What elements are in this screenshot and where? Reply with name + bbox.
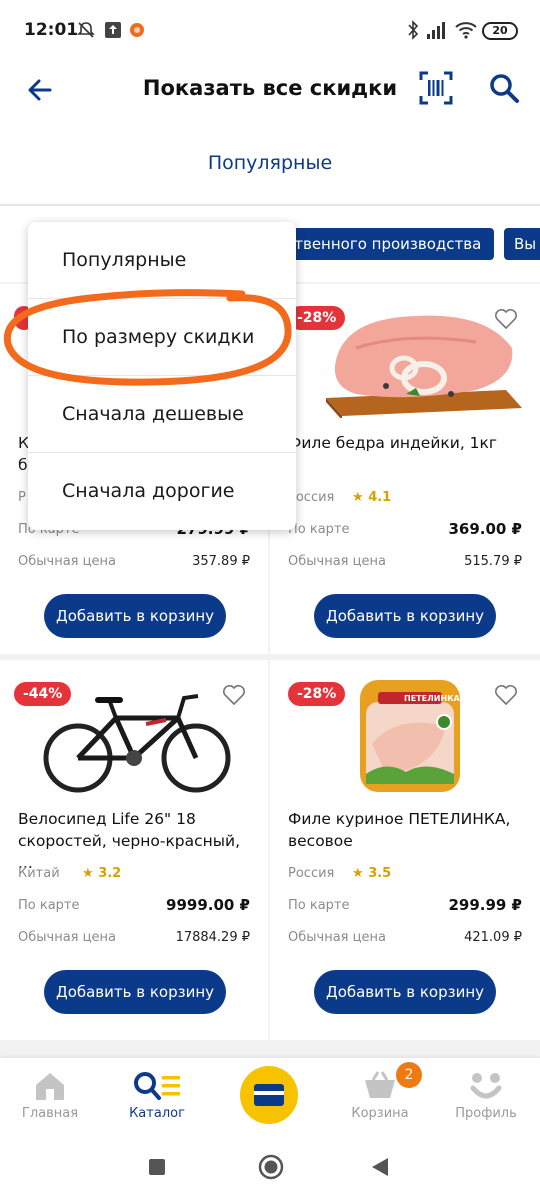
discount-badge: -44% [14,682,72,706]
add-to-cart-button[interactable]: Добавить в корзину [314,594,496,638]
sort-option-discount-size[interactable]: По размеру скидки [28,299,296,376]
add-to-cart-button[interactable]: Добавить в корзину [44,970,226,1014]
regular-price-label: Обычная цена [288,930,386,945]
product-name-fragment: б [18,456,28,474]
recent-apps-icon[interactable] [148,1158,166,1176]
product-rating: ★ 4.1 [352,490,391,505]
system-navigation-bar [0,1138,540,1200]
page-title: Показать все скидки [142,76,398,100]
cart-count-badge: 2 [396,1062,422,1088]
divider [0,204,540,206]
card-price: 9999.00 ₽ [166,896,250,914]
card-price: 369.00 ₽ [448,520,522,538]
signal-icon [427,22,445,39]
brand-label: ПЕТЕЛИНКА [404,694,460,703]
nav-catalog[interactable]: Каталог [107,1070,207,1121]
sort-option-popular[interactable]: Популярные [28,222,296,299]
app-notification-icon [130,23,144,37]
bottom-navigation: Главная Каталог Корзина 2 Профиль [0,1058,540,1138]
upload-icon [105,22,121,38]
star-icon: ★ [82,866,94,881]
product-origin: Китай [18,866,60,881]
product-card[interactable]: -28% Филе бедра индейки, 1кг Россия ★ 4.… [270,284,540,654]
loyalty-card-button[interactable] [240,1066,298,1124]
cart-icon [365,1071,395,1098]
product-origin: Р [18,490,26,505]
search-icon[interactable] [486,70,522,106]
product-rating: ★ 3.5 [352,866,391,881]
card-price: 299.99 ₽ [448,896,522,914]
sort-dropdown-menu: Популярные По размеру скидки Сначала деш… [28,222,296,530]
regular-price: 515.79 ₽ [464,554,522,569]
regular-price: 421.09 ₽ [464,930,522,945]
dnd-icon [77,22,95,38]
nav-profile[interactable]: Профиль [436,1070,536,1121]
star-icon: ★ [352,866,364,881]
add-to-cart-button[interactable]: Добавить в корзину [314,970,496,1014]
product-origin: Россия [288,866,335,881]
nav-home[interactable]: Главная [0,1070,100,1121]
product-card[interactable]: -44% Велосипед Life 26" 18 скоростей, че… [0,660,268,1040]
regular-price-label: Обычная цена [288,554,386,569]
nav-label: Корзина [351,1106,409,1121]
catalog-icon [134,1072,180,1100]
status-time: 12:01 [24,20,79,40]
card-price-label: По карте [18,898,80,913]
rating-value: 4.1 [368,490,392,505]
rating-value: 3.2 [98,866,122,881]
discount-badge: -28% [288,682,346,706]
regular-price-label: Обычная цена [18,930,116,945]
nav-label: Каталог [129,1106,185,1121]
sort-option-expensive-first[interactable]: Сначала дорогие [28,453,296,530]
product-rating: ★ 3.2 [82,866,121,881]
favorite-heart-icon[interactable] [222,684,246,706]
product-card[interactable]: ПЕТЕЛИНКА -28% Филе куриное ПЕТЕЛИНКА, в… [270,660,540,1040]
favorite-heart-icon[interactable] [494,684,518,706]
sort-selector[interactable]: Популярные [0,152,540,174]
add-to-cart-button[interactable]: Добавить в корзину [44,594,226,638]
regular-price: 17884.29 ₽ [175,930,250,945]
card-price-label: По карте [288,898,350,913]
product-name: Филе куриное ПЕТЕЛИНКА, весовое [288,810,511,850]
wifi-icon [455,22,477,39]
discount-badge: -28% [288,306,346,330]
home-button-icon[interactable] [258,1154,284,1180]
star-icon: ★ [352,490,364,505]
regular-price: 357.89 ₽ [192,554,250,569]
status-bar: 12:01 20 [0,0,540,62]
favorite-heart-icon[interactable] [494,308,518,330]
filter-chip-production[interactable]: ственного производства [276,228,494,260]
barcode-scan-icon[interactable] [418,70,454,106]
nav-label: Профиль [455,1106,517,1121]
bluetooth-icon [408,20,419,40]
profile-icon [470,1073,502,1099]
battery-indicator: 20 [482,22,518,40]
product-name: Филе бедра индейки, 1кг [288,434,498,452]
loyalty-card-icon [254,1084,284,1106]
filter-chip-next[interactable]: Вы [504,228,540,260]
nav-label: Главная [21,1106,79,1121]
card-price-label: По карте [288,522,350,537]
sort-option-cheapest-first[interactable]: Сначала дешевые [28,376,296,453]
rating-value: 3.5 [368,866,392,881]
back-button-icon[interactable] [370,1156,390,1178]
home-icon [36,1073,64,1100]
product-name: Велосипед Life 26" 18 скоростей, черно-к… [18,810,241,872]
app-header: Показать все скидки [0,62,540,118]
regular-price-label: Обычная цена [18,554,116,569]
